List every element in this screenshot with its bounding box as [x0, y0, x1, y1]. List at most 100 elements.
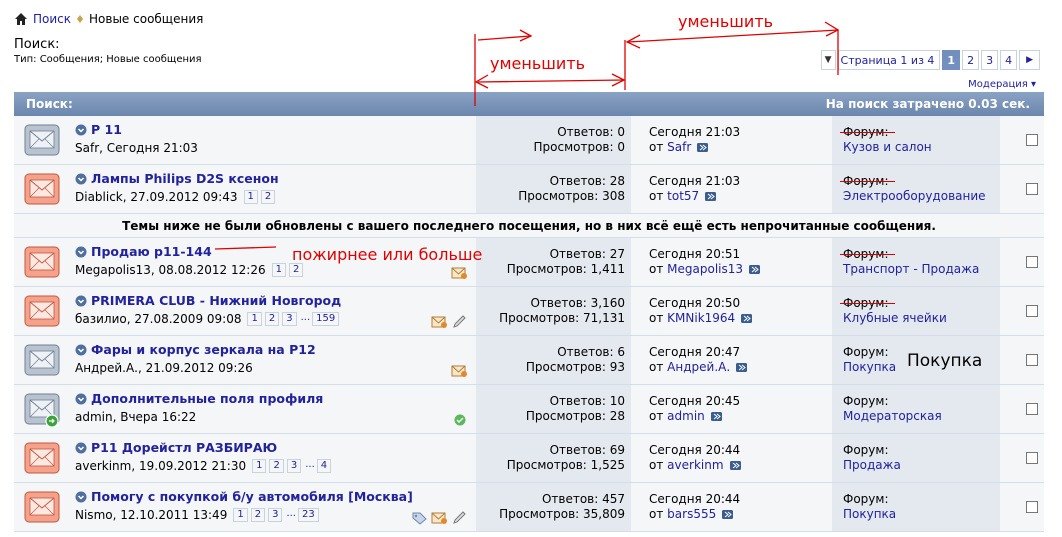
new-post-bullet-icon[interactable]: [75, 491, 87, 503]
subscribed-mail-icon: [431, 512, 447, 524]
page-2-button[interactable]: 2: [962, 50, 980, 70]
forum-link[interactable]: Покупка: [843, 507, 896, 521]
last-post-cell: Сегодня 20:50 от KMNik1964: [631, 287, 832, 335]
edit-pencil-icon: [453, 315, 466, 328]
thread-title-link[interactable]: Дополнительные поля профиля: [91, 391, 323, 406]
page-4-button[interactable]: 4: [1000, 50, 1018, 70]
last-post-author-link[interactable]: admin: [667, 409, 705, 423]
thread-page-link[interactable]: 3: [286, 459, 302, 473]
last-post-author-link[interactable]: Megapolis13: [667, 262, 743, 276]
forum-label: Форум:: [840, 174, 894, 188]
page-subtitle: Тип: Сообщения; Новые сообщения: [14, 54, 202, 65]
forum-link[interactable]: Клубные ячейки: [843, 311, 947, 325]
thread-select-checkbox[interactable]: [1026, 134, 1038, 146]
thread-page-link: ...: [286, 508, 296, 519]
search-results-table: Поиск: На поиск затрачено 0.03 сек. P 11…: [14, 92, 1044, 537]
thread-page-link[interactable]: 2: [260, 190, 276, 204]
thread-page-link[interactable]: 1: [247, 312, 262, 326]
thread-title-link[interactable]: P 11: [91, 122, 122, 137]
thread-select-checkbox[interactable]: [1026, 403, 1038, 415]
approved-check-icon: [454, 414, 466, 426]
thread-select-checkbox[interactable]: [1026, 256, 1038, 268]
pager-dropdown-button[interactable]: ▼: [820, 50, 836, 70]
new-post-bullet-icon[interactable]: [75, 246, 87, 258]
last-post-author-link[interactable]: Андрей.А.: [667, 360, 730, 374]
thread-page-link[interactable]: 23: [298, 508, 319, 522]
thread-title-cell: Лампы Philips D2S ксенон Diablick, 27.09.…: [70, 165, 476, 213]
thread-page-link[interactable]: 3: [282, 312, 297, 326]
new-post-bullet-icon[interactable]: [75, 173, 87, 185]
home-icon[interactable]: [14, 12, 28, 26]
thread-page-link[interactable]: 4: [316, 459, 332, 473]
thread-page-link[interactable]: 2: [288, 263, 304, 277]
select-cell: [1000, 238, 1044, 286]
views-count: Просмотров: 35,809: [499, 507, 625, 521]
thread-title-link[interactable]: Продаю p11-144: [91, 244, 212, 259]
views-count: Просмотров: 71,131: [499, 311, 625, 325]
search-time-note: На поиск затрачено 0.03 сек.: [825, 97, 1030, 111]
thread-page-link[interactable]: 3: [268, 508, 283, 522]
forum-link[interactable]: Продажа: [843, 458, 901, 472]
thread-page-link[interactable]: 1: [233, 508, 248, 522]
go-to-last-post-icon[interactable]: [697, 143, 709, 152]
replies-count: Ответов: 28: [549, 174, 625, 188]
new-post-bullet-icon[interactable]: [75, 442, 87, 454]
thread-title-link[interactable]: Помогу с покупкой б/у автомобиля [Москва…: [91, 489, 413, 504]
thread-page-link[interactable]: 1: [271, 263, 286, 277]
forum-link[interactable]: Покупка: [843, 360, 896, 374]
last-post-author-link[interactable]: Safr: [667, 140, 691, 154]
new-post-bullet-icon[interactable]: [75, 393, 87, 405]
last-post-by-prefix: от: [649, 311, 664, 325]
new-post-bullet-icon[interactable]: [75, 295, 87, 307]
last-post-author-link[interactable]: tot57: [667, 189, 699, 203]
thread-title-link[interactable]: Лампы Philips D2S ксенон: [91, 171, 279, 186]
go-to-last-post-icon[interactable]: [729, 461, 741, 470]
forum-link[interactable]: Электрооборудование: [843, 189, 986, 203]
moderation-menu[interactable]: Модерация ▾: [968, 79, 1036, 90]
thread-page-link[interactable]: 1: [252, 459, 267, 473]
last-post-author-link[interactable]: bars555: [667, 507, 716, 521]
thread-page-links: 1 2 3... 23: [233, 508, 321, 522]
breadcrumb-search-link[interactable]: Поиск: [33, 12, 71, 26]
go-to-last-post-icon[interactable]: [710, 412, 722, 421]
last-post-time: Сегодня 20:50: [649, 296, 741, 310]
thread-envelope-icon: [24, 442, 60, 474]
go-to-last-post-icon[interactable]: [749, 265, 761, 274]
forum-link[interactable]: Кузов и салон: [843, 140, 932, 154]
thread-page-link[interactable]: 2: [264, 312, 280, 326]
thread-title-link[interactable]: PRIMERA CLUB - Нижний Новгород: [91, 293, 341, 308]
next-page-button[interactable]: ▶: [1019, 50, 1040, 70]
page-3-button[interactable]: 3: [981, 50, 999, 70]
go-to-last-post-icon[interactable]: [705, 192, 717, 201]
thread-title-cell: PRIMERA CLUB - Нижний Новгород базилио, 2…: [70, 287, 476, 335]
thread-page-link[interactable]: 159: [312, 312, 340, 326]
go-to-last-post-icon[interactable]: [736, 363, 748, 372]
thread-select-checkbox[interactable]: [1026, 501, 1038, 513]
last-post-author-link[interactable]: averkinm: [667, 458, 723, 472]
thread-page-link[interactable]: 2: [269, 459, 284, 473]
thread-page-link[interactable]: 2: [250, 508, 266, 522]
thread-title-link[interactable]: Фары и корпус зеркала на P12: [91, 342, 316, 357]
thread-icon-cell: [14, 238, 70, 286]
last-post-author-link[interactable]: KMNik1964: [667, 311, 735, 325]
new-post-bullet-icon[interactable]: [75, 344, 87, 356]
new-post-bullet-icon[interactable]: [75, 124, 87, 136]
forum-link[interactable]: Модераторская: [843, 409, 942, 423]
thread-stats-cell: Ответов: 3,160 Просмотров: 71,131: [476, 287, 631, 335]
thread-envelope-icon: [24, 173, 60, 205]
thread-select-checkbox[interactable]: [1026, 452, 1038, 464]
thread-title-link[interactable]: P11 Дорейстл РАЗБИРАЮ: [91, 440, 277, 455]
views-count: Просмотров: 0: [533, 140, 626, 154]
go-to-last-post-icon[interactable]: [741, 314, 753, 323]
thread-select-checkbox[interactable]: [1026, 183, 1038, 195]
page-1-button[interactable]: 1: [942, 50, 961, 70]
forum-link[interactable]: Транспорт - Продажа: [843, 262, 979, 276]
forum-label: Форум:: [840, 296, 894, 310]
thread-stats-cell: Ответов: 457 Просмотров: 35,809: [476, 483, 631, 531]
go-to-last-post-icon[interactable]: [722, 510, 734, 519]
thread-select-checkbox[interactable]: [1026, 354, 1038, 366]
last-post-time: Сегодня 21:03: [649, 125, 741, 139]
pager-label[interactable]: Страница 1 из 4: [837, 50, 941, 70]
thread-select-checkbox[interactable]: [1026, 305, 1038, 317]
thread-page-link[interactable]: 1: [243, 190, 258, 204]
